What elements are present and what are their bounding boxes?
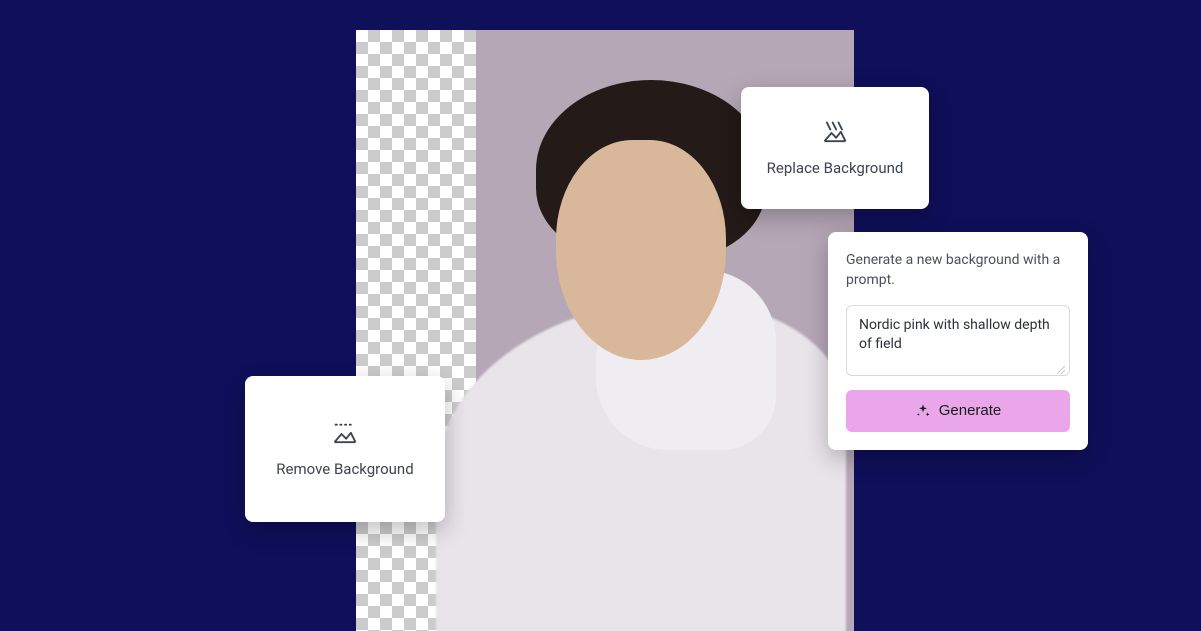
remove-background-label: Remove Background — [276, 460, 413, 478]
replace-background-label: Replace Background — [767, 159, 904, 177]
prompt-value: Nordic pink with shallow depth of field — [859, 317, 1050, 353]
generate-button[interactable]: Generate — [846, 390, 1070, 432]
replace-background-card[interactable]: Replace Background — [741, 87, 929, 209]
generate-help-text: Generate a new background with a prompt. — [846, 250, 1070, 291]
sparkle-icon — [915, 403, 931, 419]
remove-background-icon — [331, 420, 359, 448]
generate-button-label: Generate — [939, 402, 1002, 419]
generate-background-panel: Generate a new background with a prompt.… — [828, 232, 1088, 450]
remove-background-card[interactable]: Remove Background — [245, 376, 445, 522]
prompt-textarea[interactable]: Nordic pink with shallow depth of field — [846, 305, 1070, 376]
replace-background-icon — [821, 119, 849, 147]
resize-grip-icon[interactable] — [1055, 361, 1065, 371]
